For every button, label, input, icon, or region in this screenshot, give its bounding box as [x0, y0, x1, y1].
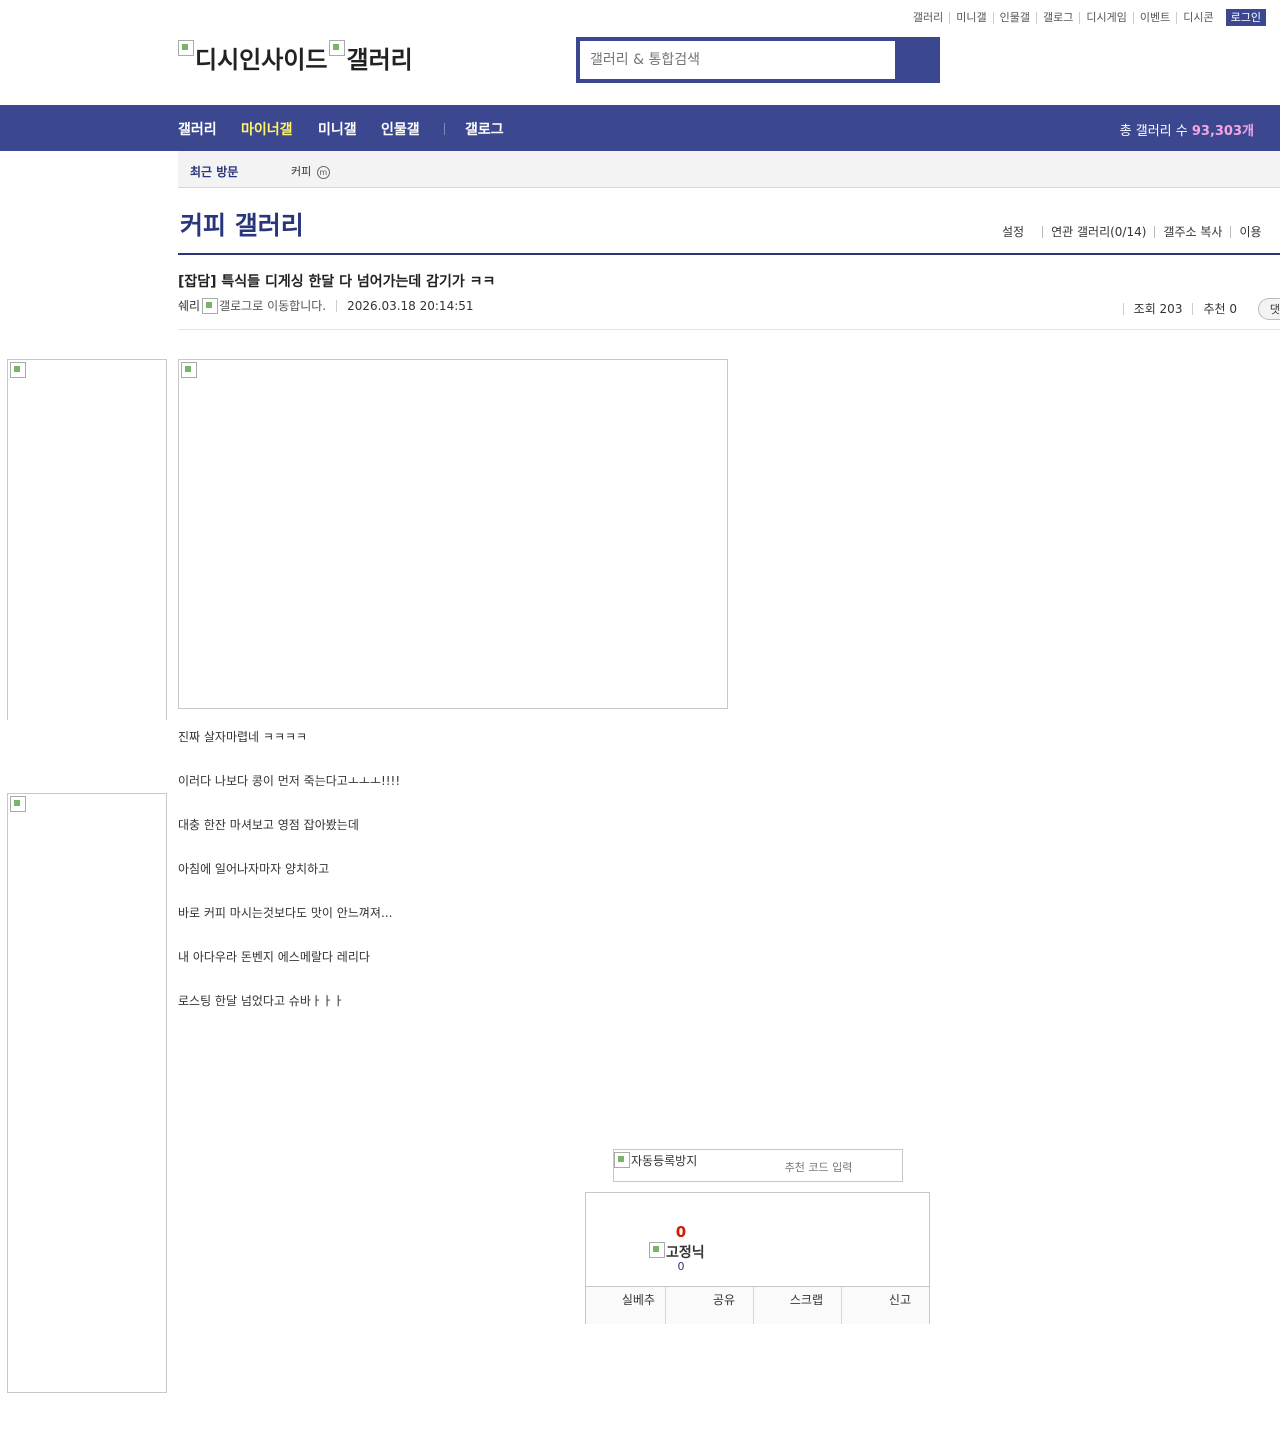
gallery-settings-button[interactable]: 설정 [1000, 226, 1042, 238]
scrap-button[interactable]: 스크랩 [753, 1287, 841, 1324]
broken-image-icon [178, 40, 194, 56]
post-meta: 쉐리 갤로그로 이동합니다. 2026.03.18 20:14:51 [178, 297, 474, 314]
nav-minigall[interactable]: 미니갤 [318, 119, 357, 139]
search-button[interactable] [895, 37, 940, 83]
fixed-nick-alt: 고정닉 [666, 1245, 705, 1261]
realtime-best-button[interactable]: 실베추 [586, 1287, 665, 1324]
recent-visit-bar: 최근 방문 커피 m [178, 151, 1280, 188]
captcha-image-alt: 자동등록방지 [631, 1154, 698, 1168]
meta-divider-line [178, 329, 1280, 330]
meta-divider [336, 299, 338, 312]
broken-image-icon [10, 362, 26, 378]
site-logo[interactable]: 디시인사이드 갤러리 [178, 40, 415, 75]
nav-gallery[interactable]: 갤러리 [178, 119, 217, 139]
post-body-line: 바로 커피 마시는것보다도 맛이 안느껴져... [178, 906, 393, 920]
fixed-nick-recommend-count: 0 [677, 1260, 685, 1273]
total-gallery-label: 총 갤러리 수 [1119, 124, 1188, 139]
copy-gallery-address-button[interactable]: 갤주소 복사 [1154, 226, 1230, 238]
left-ad-banner-bottom[interactable] [7, 793, 167, 1393]
recommend-button-row: 실베추 공유 스크랩 신고 [586, 1286, 929, 1324]
post-stats: 조회 203 추천 0 댓 [1122, 298, 1280, 320]
gallog-link[interactable]: 갤로그로 이동합니다. [202, 297, 326, 314]
post-date: 2026.03.18 20:14:51 [347, 298, 474, 313]
gallery-logo[interactable]: 갤러리 [329, 40, 413, 75]
top-link-event[interactable]: 이벤트 [1132, 11, 1176, 24]
gallery-usage-button[interactable]: 이용 [1230, 226, 1269, 238]
post-recommend-count: 추천 0 [1192, 303, 1247, 315]
logo-alt-text-dcinside: 디시인사이드 [195, 46, 328, 74]
login-button[interactable]: 로그인 [1225, 9, 1266, 26]
top-link-dcgame[interactable]: 디시게임 [1079, 11, 1132, 24]
logo-alt-text-gallery: 갤러리 [346, 46, 413, 74]
recent-visit-label[interactable]: 최근 방문 [190, 163, 238, 180]
report-button[interactable]: 신고 [841, 1287, 929, 1324]
nav-divider [444, 123, 445, 135]
broken-image-icon [329, 40, 346, 56]
total-gallery-count: 총 갤러리 수 93,303개 [1120, 120, 1254, 139]
captcha-image: 자동등록방지 [614, 1152, 697, 1169]
main-nav: 갤러리 마이너갤 미니갤 인물갤 갤로그 총 갤러리 수 93,303개 [0, 105, 1280, 151]
post-body-line: 로스팅 한달 넘었다고 슈바ㅏㅏㅏ [178, 994, 345, 1008]
post-body-line: 아침에 일어나자마자 양치하고 [178, 862, 330, 876]
gallog-link-alt: 갤로그로 이동합니다. [219, 299, 327, 313]
top-link-gallog[interactable]: 갤로그 [1036, 11, 1079, 24]
broken-image-icon [614, 1152, 630, 1168]
post-views: 조회 203 [1122, 303, 1193, 315]
broken-image-icon [202, 297, 219, 314]
nav-gallog[interactable]: 갤로그 [465, 119, 504, 139]
search-box [576, 37, 940, 83]
post-title: [잡담] 특식들 디게싱 한달 다 넘어가는데 감기가 ㅋㅋ [178, 274, 496, 290]
captcha-code-input[interactable] [734, 1155, 903, 1179]
top-utility-links: 갤러리 미니갤 인물갤 갤로그 디시게임 이벤트 디시콘 로그인 [907, 9, 1266, 26]
top-link-gallery[interactable]: 갤러리 [907, 11, 949, 24]
recommend-captcha: 자동등록방지 [613, 1149, 903, 1182]
top-link-dccon[interactable]: 디시콘 [1176, 11, 1219, 24]
gallery-options: 설정 연관 갤러리(0/14) 갤주소 복사 이용 [1000, 226, 1270, 238]
fixed-nick-recommend[interactable]: 고정닉 [649, 1242, 705, 1262]
nav-minorgall[interactable]: 마이너갤 [241, 119, 293, 139]
post-body-line: 대충 한잔 마셔보고 영점 잡아봤는데 [178, 818, 359, 832]
total-gallery-value: 93,303개 [1191, 124, 1254, 139]
recent-visit-item-coffee[interactable]: 커피 m [291, 163, 330, 179]
recommend-up-count[interactable]: 0 [586, 1223, 776, 1241]
minor-gallery-badge-icon: m [316, 165, 330, 179]
post-body-line: 이러다 나보다 콩이 먼저 죽는다고ㅗㅗㅗ!!!! [178, 774, 401, 788]
post-body: 진짜 살자마렵네 ㅋㅋㅋㅋ 이러다 나보다 콩이 먼저 죽는다고ㅗㅗㅗ!!!! … [178, 729, 400, 1037]
related-gallery-button[interactable]: 연관 갤러리(0/14) [1042, 226, 1154, 238]
title-divider [178, 253, 1280, 255]
post-image[interactable] [178, 359, 728, 709]
search-input[interactable] [580, 41, 895, 79]
comment-jump-button[interactable]: 댓 [1258, 298, 1280, 320]
broken-image-icon [10, 796, 26, 812]
post-body-line: 내 아다우라 돈벤지 에스메랄다 레리다 [178, 950, 370, 964]
share-button[interactable]: 공유 [665, 1287, 753, 1324]
post-writer[interactable]: 쉐리 갤로그로 이동합니다. [178, 297, 326, 314]
recommend-box: 0 고정닉 0 실베추 공유 스크랩 신고 [585, 1192, 930, 1324]
nav-persongall[interactable]: 인물갤 [381, 119, 420, 139]
post-writer-nick: 쉐리 [178, 299, 201, 313]
recent-visit-item-label: 커피 [291, 165, 312, 178]
gallery-title[interactable]: 커피 갤러리 [180, 206, 304, 242]
dcinside-logo[interactable]: 디시인사이드 [178, 40, 327, 75]
broken-image-icon [649, 1242, 665, 1258]
post-body-line: 진짜 살자마렵네 ㅋㅋㅋㅋ [178, 730, 308, 744]
top-link-persongall[interactable]: 인물갤 [992, 11, 1036, 24]
top-link-minigall[interactable]: 미니갤 [949, 11, 992, 24]
left-ad-banner-top[interactable] [7, 359, 167, 720]
broken-image-icon [181, 362, 197, 378]
